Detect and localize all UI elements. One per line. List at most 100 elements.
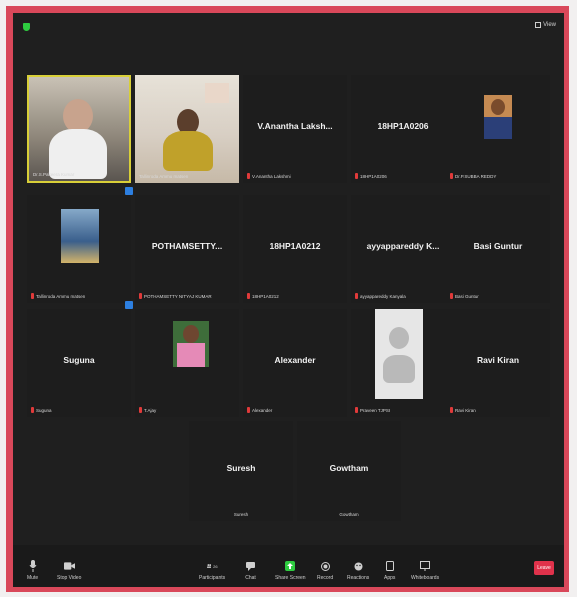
meeting-window: View Dr.S.Pakeera Kumar Tallinroda Ammu …	[13, 13, 564, 587]
grid-view-icon	[535, 22, 542, 28]
participant-label: Suguna	[31, 407, 52, 413]
participant-name: Tallinroda Ammu matsen	[36, 293, 86, 299]
stop-video-label: Stop Video	[57, 575, 82, 581]
participant-name: Basi Guntur	[455, 293, 479, 299]
participant-display-name: Suresh	[226, 463, 256, 473]
participants-icon: 26	[206, 560, 218, 572]
default-avatar	[375, 309, 423, 399]
muted-mic-icon	[247, 173, 250, 179]
muted-mic-icon	[355, 173, 358, 179]
reactions-button[interactable]: Reactions	[347, 560, 369, 581]
profile-shirt	[177, 343, 205, 367]
participant-tile-14[interactable]: Praveen TJPSI	[351, 309, 455, 417]
stop-video-button[interactable]: Stop Video	[57, 560, 81, 581]
apps-label: Apps	[384, 575, 396, 581]
muted-mic-icon	[247, 293, 250, 299]
participant-label: V.Anantha Lakshmi	[247, 173, 291, 179]
mute-label: Mute	[27, 575, 39, 581]
muted-mic-icon	[139, 407, 142, 413]
participant-name: Ravi Kiran	[455, 407, 476, 413]
participant-label: Tallinroda Ammu matsen	[139, 174, 188, 179]
whiteboards-button[interactable]: Whiteboards	[411, 560, 439, 581]
participant-tile-11[interactable]: Suguna Suguna	[27, 309, 131, 417]
participant-tile-10[interactable]: Basi Guntur Basi Guntur	[446, 195, 550, 303]
participant-tile-6[interactable]: Tallinroda Ammu matsen	[27, 195, 131, 303]
participants-count: 26	[213, 563, 218, 569]
chat-icon	[245, 560, 256, 572]
participant-face	[63, 99, 93, 133]
apps-icon	[384, 560, 395, 572]
participant-name: 18HP1A0212	[252, 293, 279, 299]
participant-display-name: Ravi Kiran	[476, 355, 520, 365]
participant-display-name: 18HP1A0206	[377, 121, 429, 131]
chat-button[interactable]: Chat	[245, 560, 256, 581]
leave-button[interactable]: Leave	[534, 561, 554, 575]
muted-mic-icon	[247, 407, 250, 413]
participant-name: Praveen TJPSI	[360, 407, 391, 413]
spotlight-badge-icon	[125, 187, 133, 195]
participant-label: Ravi Kiran	[450, 407, 476, 413]
reactions-label: Reactions	[347, 575, 370, 581]
participant-name: Tallinroda Ammu matsen	[139, 174, 189, 179]
participant-tile-1[interactable]: Dr.S.Pakeera Kumar	[27, 75, 131, 183]
participant-display-name: 18HP1A0212	[269, 241, 321, 251]
video-camera-icon	[63, 560, 75, 572]
participant-tile-15[interactable]: Ravi Kiran Ravi Kiran	[446, 309, 550, 417]
participant-name: POTHAMSETTY NITYAJ KUMAR	[144, 293, 212, 299]
participant-tile-7[interactable]: POTHAMSETTY... POTHAMSETTY NITYAJ KUMAR	[135, 195, 239, 303]
participant-label: POTHAMSETTY NITYAJ KUMAR	[139, 293, 212, 299]
participant-tile-9[interactable]: ayyappareddy K... ayyappareddy Kanyala	[351, 195, 455, 303]
participant-tile-8[interactable]: 18HP1A0212 18HP1A0212	[243, 195, 347, 303]
muted-mic-icon	[450, 173, 453, 179]
participant-label: Suresh	[189, 512, 293, 517]
participant-label: Dr.S.Pakeera Kumar	[33, 172, 74, 177]
profile-photo	[61, 209, 99, 263]
participants-button[interactable]: 26 Participants	[199, 560, 226, 582]
muted-mic-icon	[31, 293, 34, 299]
participant-name: Suresh	[233, 512, 249, 517]
participant-display-name: V.Anantha Laksh...	[257, 121, 333, 131]
muted-mic-icon	[31, 407, 34, 413]
participant-label: Basi Guntur	[450, 293, 479, 299]
security-shield-icon[interactable]	[23, 23, 30, 31]
muted-mic-icon	[355, 407, 358, 413]
participant-tile-2[interactable]: Tallinroda Ammu matsen	[135, 75, 239, 183]
participant-tile-17[interactable]: Gowtham Gowtham	[297, 421, 401, 521]
apps-button[interactable]: Apps	[384, 560, 395, 581]
chat-label: Chat	[245, 575, 256, 581]
participant-name: 18HP1A0206	[360, 173, 387, 179]
profile-jacket	[484, 117, 512, 139]
share-screen-icon	[285, 560, 296, 572]
whiteboard-icon	[420, 560, 431, 572]
view-button[interactable]: View	[535, 22, 556, 28]
microphone-icon	[27, 560, 38, 572]
participant-tile-12[interactable]: T.Ajay	[135, 309, 239, 417]
muted-mic-icon	[355, 293, 358, 299]
participant-label: Praveen TJPSI	[355, 407, 390, 413]
view-label: View	[543, 22, 556, 28]
participant-display-name: Alexander	[274, 355, 316, 365]
participant-tile-4[interactable]: 18HP1A0206 18HP1A0206	[351, 75, 455, 183]
participant-name: Dr.P.SUBBA REDDY	[455, 173, 497, 179]
participant-tile-5[interactable]: Dr.P.SUBBA REDDY	[446, 75, 550, 183]
record-button[interactable]: Record	[317, 560, 333, 581]
participant-label: ayyappareddy Kanyala	[355, 293, 406, 299]
participant-tile-3[interactable]: V.Anantha Laksh... V.Anantha Lakshmi	[243, 75, 347, 183]
participant-display-name: Suguna	[63, 355, 95, 365]
meeting-toolbar: Mute Stop Video 26 Participants Chat Sha…	[13, 545, 564, 587]
participant-tile-13[interactable]: Alexander Alexander	[243, 309, 347, 417]
muted-mic-icon	[139, 293, 142, 299]
share-screen-button[interactable]: Share Screen	[275, 560, 306, 581]
record-label: Record	[317, 575, 334, 581]
profile-face	[183, 325, 199, 343]
participant-name: ayyappareddy Kanyala	[360, 293, 406, 299]
mute-button[interactable]: Mute	[27, 560, 38, 581]
participants-label: Participants	[199, 575, 226, 581]
participant-name: V.Anantha Lakshmi	[252, 173, 291, 179]
participant-name: Alexander	[252, 407, 273, 413]
participant-name: Gowtham	[339, 512, 359, 517]
profile-face	[491, 99, 505, 115]
participant-body	[163, 131, 213, 171]
participant-tile-16[interactable]: Suresh Suresh	[189, 421, 293, 521]
record-icon	[320, 560, 331, 572]
